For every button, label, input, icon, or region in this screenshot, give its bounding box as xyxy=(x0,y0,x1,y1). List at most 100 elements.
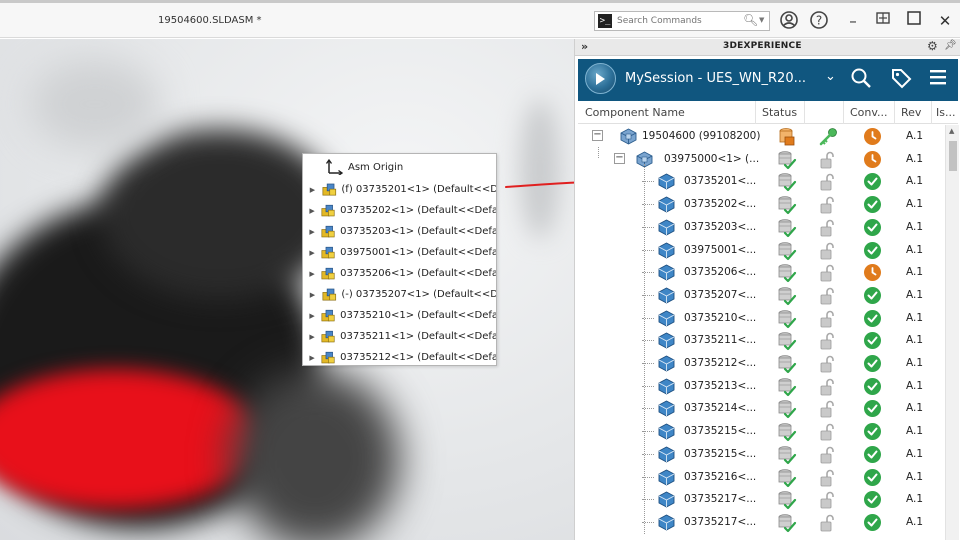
popup-component-item[interactable]: ▶ 03735210<1> (Default<<Defa xyxy=(303,305,497,326)
collapse-toggle[interactable]: − xyxy=(592,130,603,141)
column-header-is[interactable]: Is... xyxy=(936,106,955,119)
restore-icon[interactable] xyxy=(872,10,894,32)
check-mark-glyph xyxy=(867,518,878,527)
column-header-conv[interactable]: Conv... xyxy=(850,106,888,119)
scrollbar-thumb[interactable] xyxy=(949,141,957,171)
blurred-model-highlight xyxy=(30,59,160,149)
maximize-icon[interactable] xyxy=(903,10,925,32)
expand-arrow-icon[interactable]: ▶ xyxy=(303,333,321,341)
gear-icon[interactable]: ⚙ xyxy=(927,39,938,53)
tree-guide-line xyxy=(644,164,645,534)
command-prompt-icon: >_ xyxy=(598,14,612,28)
popup-component-item[interactable]: ▶ 03735203<1> (Default<<Defa xyxy=(303,221,496,242)
minimize-icon[interactable]: – xyxy=(842,10,864,32)
popup-component-item[interactable]: ▶ 03735202<1> (Default<<Defa xyxy=(303,200,496,221)
session-name[interactable]: MySession - UES_WN_R20... xyxy=(625,71,806,86)
user-icon[interactable] xyxy=(778,10,800,32)
blurred-model-edge xyxy=(520,99,560,239)
table-row[interactable]: 03735217<... A.1 xyxy=(578,488,944,511)
unlocked-icon xyxy=(820,174,834,191)
assembly-icon xyxy=(321,204,335,216)
search-icon[interactable] xyxy=(850,67,872,94)
expand-arrow-icon[interactable]: ▶ xyxy=(303,270,321,278)
check-mark-glyph xyxy=(867,404,878,413)
popup-component-label: 03735212<1> (Default<<Defa xyxy=(340,352,497,363)
clock-icon xyxy=(864,264,881,282)
column-header-status[interactable]: Status xyxy=(762,106,797,119)
expand-arrow-icon[interactable]: ▶ xyxy=(303,291,322,299)
popup-component-item[interactable]: ▶ 03735211<1> (Default<<Defa xyxy=(303,326,496,347)
column-separator[interactable] xyxy=(843,101,844,124)
table-row[interactable]: 03735206<... A.1 xyxy=(578,261,944,284)
collapse-toggle[interactable]: − xyxy=(614,152,625,164)
column-separator[interactable] xyxy=(804,101,805,124)
clock-hands-glyph xyxy=(871,267,877,276)
popup-component-item[interactable]: ▶ 03735206<1> (Default<<Defa xyxy=(303,263,496,284)
component-name: 03975000<1> (... xyxy=(664,152,760,165)
table-row[interactable]: 03735213<... A.1 xyxy=(578,375,944,398)
search-commands-box[interactable]: >_ 🔍︎ ▼ xyxy=(594,11,770,31)
popup-component-item[interactable]: ▶ 03735212<1> (Default<<Defa xyxy=(303,347,497,365)
vertical-scrollbar[interactable]: ▲ xyxy=(945,125,959,540)
component-name: 03735213<... xyxy=(684,379,757,392)
column-header-name[interactable]: Component Name xyxy=(585,106,685,119)
check-mark-glyph xyxy=(867,495,878,504)
feature-tree-popup: Asm Origin ▶ (f) 03735201<1> (Default<<D ▶… xyxy=(302,153,497,366)
table-row[interactable]: 03735210<... A.1 xyxy=(578,307,944,330)
revision-value: A.1 xyxy=(906,266,924,279)
expand-arrow-icon[interactable]: ▶ xyxy=(303,312,321,320)
session-dropdown-icon[interactable]: ⌄ xyxy=(825,69,836,84)
table-row[interactable]: 03735207<... A.1 xyxy=(578,284,944,307)
table-row[interactable]: 03735215<... A.1 xyxy=(578,443,944,466)
expand-arrow-icon[interactable]: ▶ xyxy=(303,207,321,215)
component-name: 03735206<... xyxy=(684,266,757,279)
expand-panel-icon[interactable]: » xyxy=(581,40,588,53)
table-row[interactable]: 03735215<... A.1 xyxy=(578,420,944,443)
scroll-up-icon[interactable]: ▲ xyxy=(949,127,954,135)
column-separator[interactable] xyxy=(931,101,932,124)
revision-value: A.1 xyxy=(906,334,924,347)
table-row[interactable]: 03735216<... A.1 xyxy=(578,466,944,489)
close-icon[interactable]: ✕ xyxy=(934,10,956,32)
table-row[interactable]: 03735202<... A.1 xyxy=(578,193,944,216)
check-mark-glyph xyxy=(867,450,878,459)
component-name: 03735217<... xyxy=(684,493,757,506)
column-separator[interactable] xyxy=(894,101,895,124)
table-row[interactable]: 03735217<... A.1 xyxy=(578,511,944,534)
expand-arrow-icon[interactable]: ▶ xyxy=(303,249,321,257)
table-row[interactable]: 03735203<... A.1 xyxy=(578,216,944,239)
search-icon[interactable]: 🔍︎ xyxy=(743,13,758,27)
expand-arrow-icon[interactable]: ▶ xyxy=(303,228,321,236)
table-row[interactable]: 03735214<... A.1 xyxy=(578,397,944,420)
table-row[interactable]: 03735212<... A.1 xyxy=(578,352,944,375)
popup-component-item[interactable]: ▶ 03975001<1> (Default<<Defa xyxy=(303,242,496,263)
check-mark-glyph xyxy=(867,177,878,186)
check-circle-icon xyxy=(864,196,881,214)
asm-origin-item[interactable]: Asm Origin xyxy=(325,159,403,175)
column-header-rev[interactable]: Rev xyxy=(901,106,921,119)
search-dropdown-icon[interactable]: ▼ xyxy=(759,16,764,24)
popup-component-item[interactable]: ▶ (-) 03735207<1> (Default<<D xyxy=(303,284,496,305)
popup-component-item[interactable]: ▶ (f) 03735201<1> (Default<<D xyxy=(303,179,496,200)
expand-arrow-icon[interactable]: ▶ xyxy=(303,354,321,362)
document-title: 19504600.SLDASM * xyxy=(158,15,262,26)
search-commands-input[interactable] xyxy=(617,14,735,28)
revision-value: A.1 xyxy=(906,493,924,506)
table-row[interactable]: 03735211<... A.1 xyxy=(578,329,944,352)
popup-component-label: 03735210<1> (Default<<Defa xyxy=(340,310,497,321)
table-row[interactable]: − 03975000<1> (... A.1 xyxy=(578,148,944,171)
component-name: 03735215<... xyxy=(684,425,757,438)
table-row[interactable]: 03975001<... A.1 xyxy=(578,239,944,262)
pin-icon[interactable]: 📌︎ xyxy=(944,40,957,51)
menu-icon[interactable] xyxy=(928,67,948,92)
unlocked-icon xyxy=(820,446,834,464)
help-icon[interactable]: ? xyxy=(808,10,830,32)
compass-icon[interactable] xyxy=(585,63,616,94)
check-circle-icon xyxy=(864,218,881,236)
unlocked-icon xyxy=(820,310,834,327)
tag-icon[interactable] xyxy=(890,67,912,94)
column-separator[interactable] xyxy=(755,101,756,124)
expand-arrow-icon[interactable]: ▶ xyxy=(303,186,322,194)
table-row[interactable]: − 19504600 (99108200) A.1 xyxy=(578,125,944,148)
table-row[interactable]: 03735201<... A.1 xyxy=(578,170,944,193)
